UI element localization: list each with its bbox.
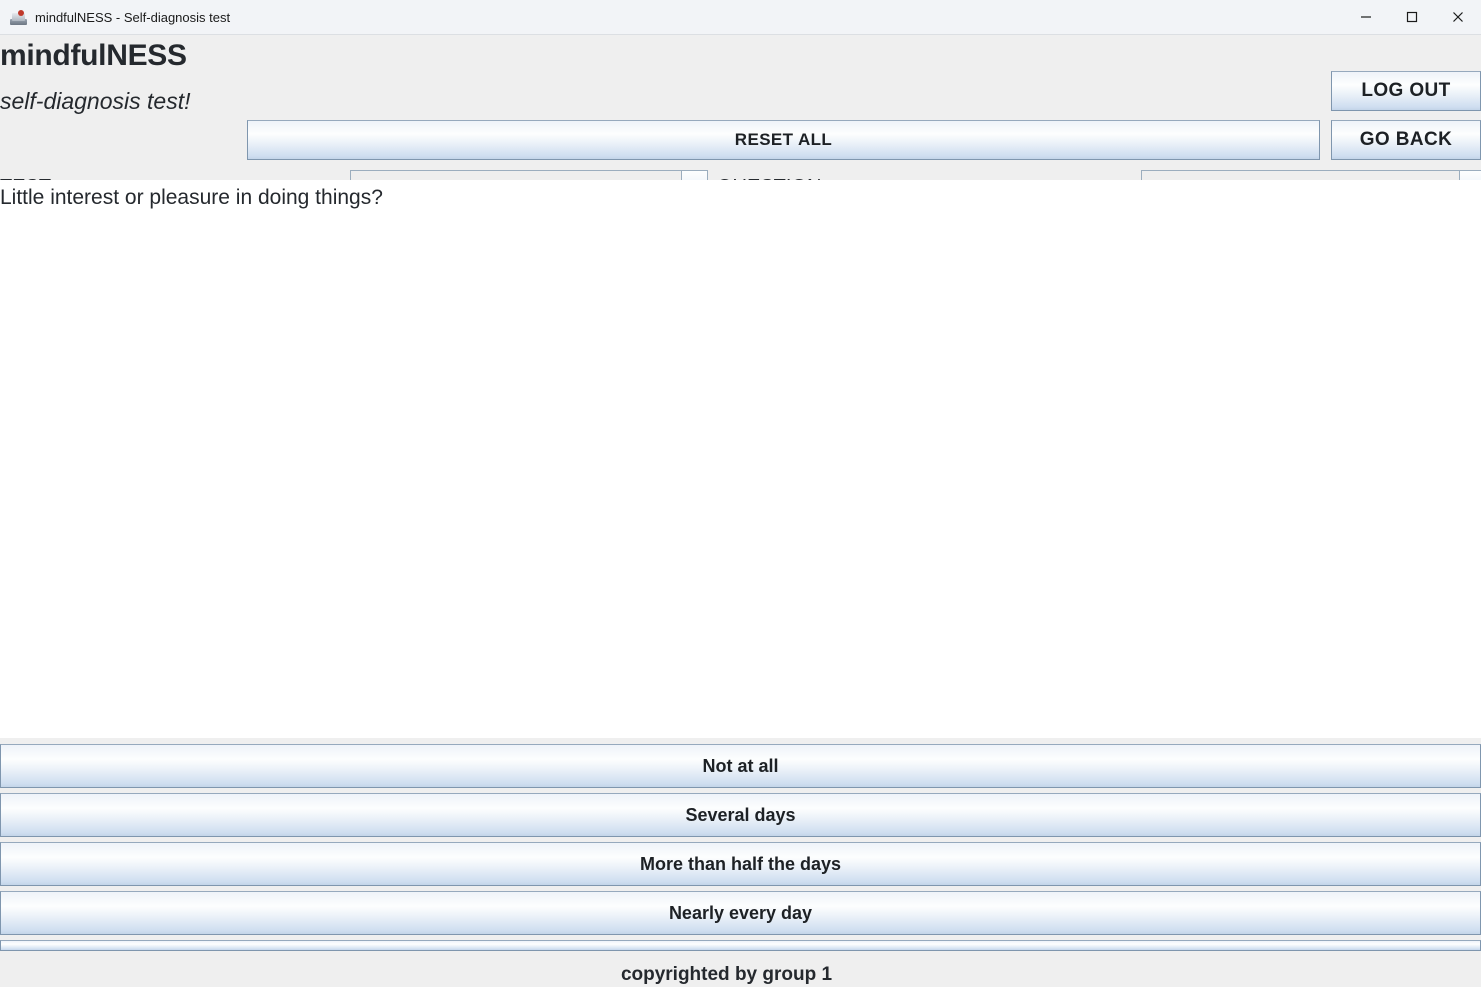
brand-title: mindfulNESS: [0, 39, 187, 72]
header-bar: mindfulNESS self-diagnosis test! RESET A…: [0, 35, 1481, 208]
app-icon: [10, 9, 27, 26]
content-area: Little interest or pleasure in doing thi…: [0, 180, 1481, 738]
brand-subtitle: self-diagnosis test!: [0, 88, 191, 114]
title-bar-left: mindfulNESS - Self-diagnosis test: [0, 9, 230, 26]
question-text: Little interest or pleasure in doing thi…: [0, 186, 383, 209]
answer-option-5[interactable]: [0, 940, 1481, 951]
log-out-button[interactable]: LOG OUT: [1331, 71, 1481, 111]
answer-options: Not at all Several days More than half t…: [0, 738, 1481, 951]
answer-option-3[interactable]: More than half the days: [0, 842, 1481, 886]
window-title: mindfulNESS - Self-diagnosis test: [35, 9, 231, 25]
go-back-button[interactable]: GO BACK: [1331, 120, 1481, 160]
copyright-text: copyrighted by group 1: [620, 963, 833, 985]
answer-option-4[interactable]: Nearly every day: [0, 891, 1481, 935]
app-window: mindfulNESS - Self-diagnosis test mindfu…: [0, 0, 1481, 987]
maximize-button[interactable]: [1389, 0, 1435, 34]
minimize-icon: [1361, 16, 1371, 18]
reset-all-button[interactable]: RESET ALL: [247, 120, 1320, 160]
answer-option-2[interactable]: Several days: [0, 793, 1481, 837]
window-controls: [1343, 0, 1481, 34]
answer-option-1[interactable]: Not at all: [0, 744, 1481, 788]
close-icon: [1453, 12, 1463, 22]
title-bar: mindfulNESS - Self-diagnosis test: [0, 0, 1481, 35]
footer-bar: copyrighted by group 1: [0, 951, 1481, 987]
maximize-icon: [1406, 11, 1418, 23]
minimize-button[interactable]: [1343, 0, 1389, 34]
close-button[interactable]: [1435, 0, 1481, 34]
